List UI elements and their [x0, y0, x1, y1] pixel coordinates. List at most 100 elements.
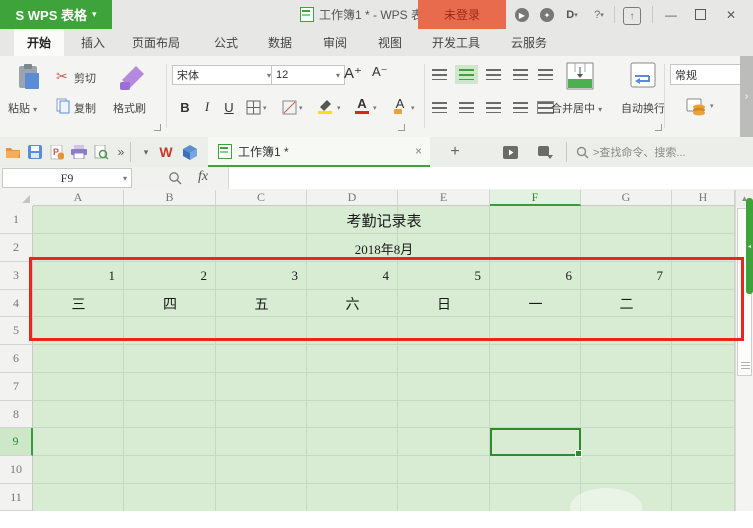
open-file-icon[interactable]	[5, 144, 21, 160]
increase-indent-icon[interactable]	[538, 69, 553, 80]
name-box-dropdown-icon[interactable]: ▾	[123, 174, 127, 183]
shrink-font-button[interactable]: A⁻	[372, 64, 388, 80]
select-all-corner[interactable]	[0, 190, 34, 207]
formula-input[interactable]	[228, 167, 753, 189]
share-upload-icon[interactable]: ↑	[623, 7, 641, 25]
column-header-d[interactable]: D	[307, 190, 398, 206]
command-search-box[interactable]: >查找命令、搜索...	[576, 141, 748, 163]
fill-color-icon[interactable]	[282, 100, 297, 115]
column-header-f[interactable]: F	[490, 190, 581, 206]
menu-tab-1[interactable]: 开始	[14, 29, 64, 56]
column-header-e[interactable]: E	[398, 190, 490, 206]
document-tab[interactable]: 工作簿1 * ×	[208, 137, 430, 167]
menu-tab-4[interactable]: 公式	[204, 29, 248, 56]
alignment-dialog-launcher-icon[interactable]	[655, 124, 662, 131]
align-left-icon[interactable]	[432, 102, 447, 113]
zoom-formula-icon[interactable]	[168, 171, 182, 190]
maximize-button[interactable]	[687, 0, 713, 29]
print-icon[interactable]	[71, 144, 87, 160]
column-header-b[interactable]: B	[124, 190, 216, 206]
export-pdf-icon[interactable]: P	[49, 144, 65, 160]
save-icon[interactable]	[27, 144, 43, 160]
bold-button[interactable]: B	[176, 98, 194, 116]
more-tools-icon[interactable]: »	[113, 144, 129, 160]
italic-button[interactable]: I	[198, 98, 216, 116]
column-header-a[interactable]: A	[33, 190, 124, 206]
clear-format-icon[interactable]: A	[392, 96, 408, 114]
skin-icon[interactable]: ▶	[514, 7, 530, 23]
currency-dropdown-icon[interactable]: ▾	[710, 102, 714, 110]
align-justify-icon[interactable]	[513, 102, 528, 113]
wps-logo-button[interactable]: S WPS 表格 ▾	[0, 0, 112, 29]
wrap-text-button[interactable]: 自动换行	[621, 100, 665, 116]
fill-dropdown-icon[interactable]: ▾	[299, 104, 303, 112]
menu-tab-6[interactable]: 审阅	[315, 29, 355, 56]
row-header-1[interactable]: 1	[0, 206, 33, 234]
font-size-combo[interactable]: 12 ▾	[271, 65, 345, 85]
clear-format-dropdown-icon[interactable]: ▾	[411, 104, 415, 112]
currency-format-icon[interactable]	[686, 98, 706, 116]
copy-button[interactable]: 复制	[74, 100, 96, 116]
fill-handle[interactable]	[575, 450, 582, 457]
number-format-combo[interactable]: 常规	[670, 64, 744, 85]
grow-font-button[interactable]: A⁺	[344, 64, 362, 82]
format-painter-button[interactable]: 格式刷	[113, 100, 146, 116]
close-button[interactable]: ✕	[718, 0, 744, 29]
decrease-indent-icon[interactable]	[513, 69, 528, 80]
login-button[interactable]: 未登录	[418, 0, 506, 29]
play-presentation-icon[interactable]	[502, 144, 518, 160]
column-header-h[interactable]: H	[672, 190, 735, 206]
menu-tab-3[interactable]: 页面布局	[124, 29, 188, 56]
align-bottom-icon[interactable]	[486, 69, 501, 80]
row-header-10[interactable]: 10	[0, 456, 33, 484]
menu-tab-5[interactable]: 数据	[260, 29, 300, 56]
row-header-11[interactable]: 11	[0, 484, 33, 511]
font-color-dropdown-icon[interactable]: ▾	[373, 104, 377, 112]
row-header-8[interactable]: 8	[0, 401, 33, 428]
column-header-c[interactable]: C	[216, 190, 307, 206]
font-name-combo[interactable]: 宋体 ▾	[172, 65, 276, 85]
selected-cell-f9[interactable]	[490, 428, 582, 457]
align-center-icon[interactable]	[459, 102, 474, 113]
cell-a1-merged-title[interactable]: 考勤记录表	[33, 206, 735, 234]
pen-mode-icon[interactable]: D ▾	[564, 7, 580, 23]
customize-quickbar-icon[interactable]: ▾	[138, 144, 154, 160]
align-middle-icon[interactable]	[455, 65, 478, 84]
borders-icon[interactable]	[246, 100, 261, 115]
row-header-6[interactable]: 6	[0, 345, 33, 373]
menu-tab-7[interactable]: 视图	[370, 29, 410, 56]
close-tab-icon[interactable]: ×	[415, 144, 422, 158]
clipboard-dialog-launcher-icon[interactable]	[154, 124, 161, 131]
align-right-icon[interactable]	[486, 102, 501, 113]
align-top-icon[interactable]	[432, 69, 447, 80]
help-icon[interactable]: ? ▾	[591, 7, 607, 23]
row-header-7[interactable]: 7	[0, 373, 33, 401]
insert-function-button[interactable]: fx	[198, 169, 208, 185]
merge-center-button[interactable]: 合并居中 ▾	[551, 100, 602, 116]
font-color-icon[interactable]: A	[354, 96, 370, 114]
menu-tab-8[interactable]: 开发工具	[424, 29, 488, 56]
paste-button[interactable]: 粘贴 ▾	[8, 100, 37, 116]
menu-tab-2[interactable]: 插入	[74, 29, 112, 56]
underline-button[interactable]: U	[220, 98, 238, 116]
new-tab-button[interactable]: +	[445, 140, 465, 164]
column-header-g[interactable]: G	[581, 190, 672, 206]
spreadsheet-grid: ABCDEFGH 1 2 3 4 5 6 7 8 9 10 11 考勤记录表 2018年8月 123…	[0, 190, 753, 511]
settings-icon[interactable]: ✦	[539, 7, 555, 23]
menu-tab-9[interactable]: 云服务	[502, 29, 556, 56]
docer-cube-icon[interactable]	[182, 144, 198, 160]
highlight-dropdown-icon[interactable]: ▾	[337, 104, 341, 112]
row-header-9[interactable]: 9	[0, 428, 33, 456]
minimize-button[interactable]: —	[658, 0, 684, 29]
highlight-color-icon[interactable]	[318, 98, 334, 114]
wps-writer-icon[interactable]: W	[158, 144, 174, 160]
font-dialog-launcher-icon[interactable]	[398, 124, 405, 131]
cut-button[interactable]: 剪切	[74, 70, 96, 86]
side-green-handle[interactable]: ◂	[746, 198, 753, 294]
print-preview-icon[interactable]	[93, 144, 109, 160]
name-box[interactable]: F9 ▾	[2, 168, 132, 188]
borders-dropdown-icon[interactable]: ▾	[263, 104, 267, 112]
switch-window-icon[interactable]	[537, 144, 553, 160]
gridline	[33, 344, 735, 345]
ribbon-collapse-button[interactable]: ›	[740, 56, 753, 137]
